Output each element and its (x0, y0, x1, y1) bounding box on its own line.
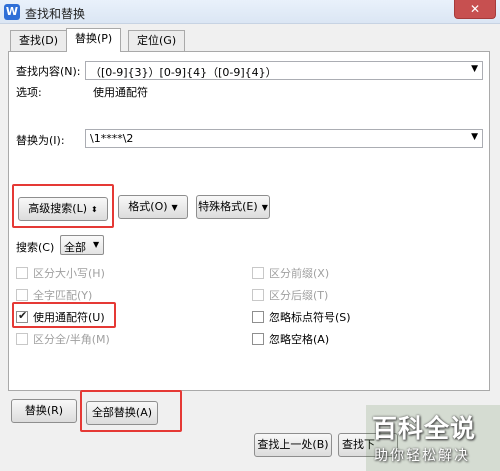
options-label: 选项: (16, 86, 42, 99)
replace-button[interactable]: 替换(R) (11, 399, 77, 423)
close-icon[interactable]: ✕ (454, 0, 496, 19)
ignore-punctuation-checkbox[interactable]: 忽略标点符号(S) (252, 309, 351, 325)
replace-input[interactable]: \1****\2 ▼ (85, 129, 483, 148)
replace-label: 替换为(I): (16, 134, 65, 147)
expand-toggle-icon: ⬍ (91, 205, 98, 214)
chevron-down-icon: ▼ (171, 203, 178, 212)
special-format-button[interactable]: 特殊格式(E) ▼ (196, 195, 270, 219)
tab-find[interactable]: 查找(D) (10, 30, 68, 52)
wildcards-checkbox[interactable]: ✔ 使用通配符(U) (16, 309, 105, 325)
prefix-checkbox[interactable]: 区分前缀(X) (252, 265, 329, 281)
search-label: 搜索(C) (16, 241, 55, 254)
search-scope-value: 全部 (64, 241, 86, 254)
check-icon: ✔ (18, 309, 28, 322)
find-input[interactable]: （[0-9]{3}）[0-9]{4}（[0-9]{4}） ▼ (85, 61, 483, 80)
full-half-width-checkbox[interactable]: 区分全/半角(M) (16, 331, 110, 347)
search-scope-select[interactable]: 全部 ▼ (60, 235, 104, 255)
find-previous-button[interactable]: 查找上一处(B) (254, 433, 332, 457)
chevron-down-icon: ▼ (93, 240, 100, 249)
chevron-down-icon: ▼ (261, 203, 268, 212)
replace-panel: 查找内容(N): （[0-9]{3}）[0-9]{4}（[0-9]{4}） ▼ … (8, 51, 490, 391)
tab-goto[interactable]: 定位(G) (128, 30, 186, 52)
find-value: （[0-9]{3}）[0-9]{4}（[0-9]{4}） (90, 66, 277, 79)
suffix-checkbox[interactable]: 区分后缀(T) (252, 287, 328, 303)
match-case-checkbox[interactable]: 区分大小写(H) (16, 265, 105, 281)
window-title: 查找和替换 (25, 7, 86, 21)
whole-word-checkbox[interactable]: 全字匹配(Y) (16, 287, 92, 303)
watermark: 百科全说 助你轻松解决 (366, 405, 500, 471)
replace-all-button[interactable]: 全部替换(A) (86, 401, 158, 425)
wps-app-icon: W (4, 4, 20, 20)
watermark-title: 百科全说 (372, 414, 477, 443)
ignore-space-checkbox[interactable]: 忽略空格(A) (252, 331, 329, 347)
format-button[interactable]: 格式(O) ▼ (118, 195, 188, 219)
options-value: 使用通配符 (93, 86, 148, 99)
title-bar: W 查找和替换 ✕ (0, 0, 500, 24)
dropdown-arrow-icon[interactable]: ▼ (471, 64, 478, 74)
watermark-subtitle: 助你轻松解决 (374, 448, 470, 464)
find-label: 查找内容(N): (16, 65, 81, 78)
dropdown-arrow-icon[interactable]: ▼ (471, 132, 478, 142)
replace-value: \1****\2 (90, 132, 134, 145)
advanced-search-button[interactable]: 高级搜索(L) ⬍ (18, 197, 108, 221)
tab-replace[interactable]: 替换(P) (66, 28, 122, 52)
